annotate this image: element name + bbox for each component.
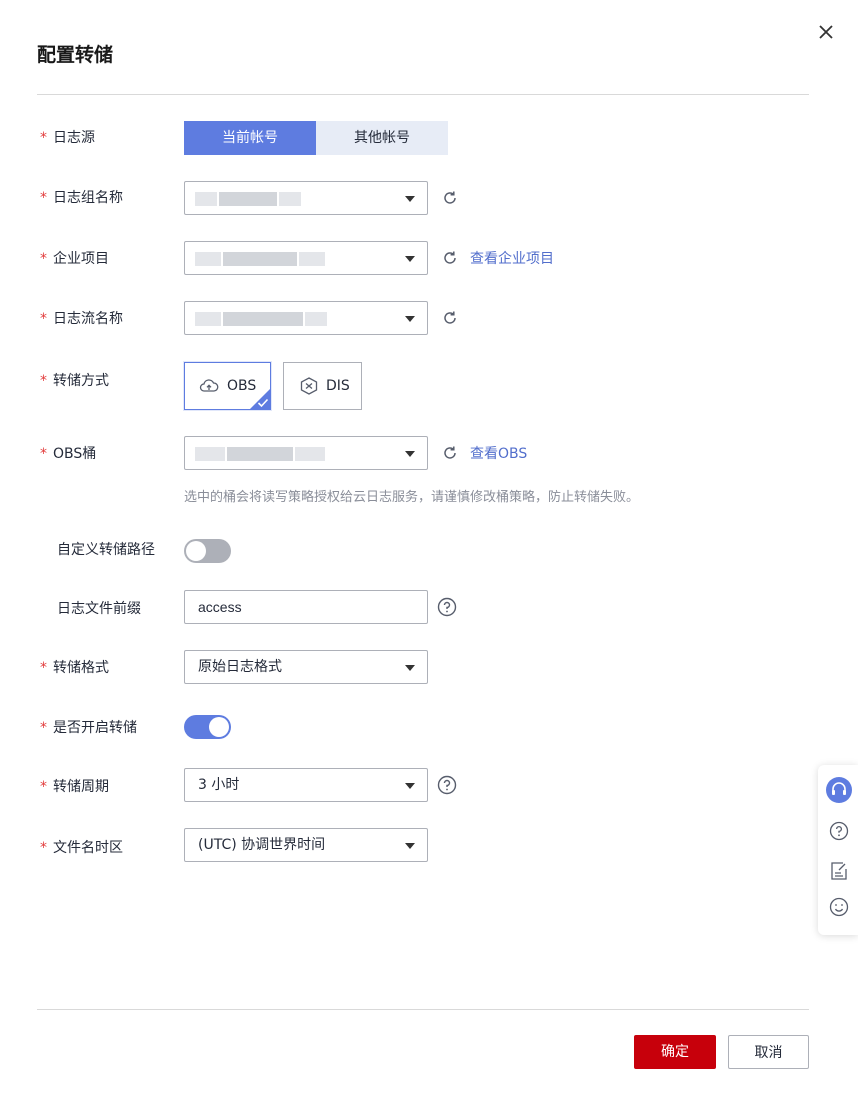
cancel-button[interactable]: 取消 [728,1035,809,1069]
log-group-label: * 日志组名称 [40,190,123,206]
chevron-down-icon [405,843,415,849]
transfer-period-value: 3 小时 [198,777,240,793]
filename-timezone-label: * 文件名时区 [40,840,123,856]
headset-icon[interactable] [826,777,852,803]
chevron-down-icon [405,665,415,671]
required-star: * [40,660,47,676]
redacted-value [295,447,325,461]
required-star: * [40,251,47,267]
confirm-button[interactable]: 确定 [634,1035,716,1069]
required-star: * [40,446,47,462]
redacted-value [305,312,327,326]
edit-note-icon[interactable] [828,860,850,882]
required-star: * [40,130,47,146]
header-divider [37,94,809,95]
dialog-title: 配置转储 [37,44,114,66]
required-star: * [40,840,47,856]
log-source-label: * 日志源 [40,130,95,146]
redacted-value [195,252,221,266]
enable-transfer-toggle[interactable] [184,715,231,739]
transfer-format-label: * 转储格式 [40,660,109,676]
file-prefix-label: 日志文件前缀 [57,601,141,617]
toggle-knob [186,541,206,561]
question-icon[interactable] [437,597,457,617]
required-star: * [40,720,47,736]
obs-option-card[interactable]: OBS [184,362,271,410]
footer-divider [37,1009,809,1010]
log-source-segmented: 当前帐号 其他帐号 [184,121,448,155]
question-icon[interactable] [828,820,850,842]
transfer-format-select[interactable]: 原始日志格式 [184,650,428,684]
dis-option-label: DIS [326,378,350,394]
refresh-icon[interactable] [441,189,459,207]
enterprise-project-select[interactable] [184,241,428,275]
redacted-value [195,447,225,461]
view-enterprise-project-link[interactable]: 查看企业项目 [470,248,554,268]
custom-path-toggle[interactable] [184,539,231,563]
redacted-value [227,447,293,461]
enable-transfer-label: * 是否开启转储 [40,720,137,736]
chevron-down-icon [405,196,415,202]
required-star: * [40,373,47,389]
custom-path-label: 自定义转储路径 [57,542,155,558]
redacted-value [195,312,221,326]
current-account-option[interactable]: 当前帐号 [184,121,316,155]
enterprise-project-label: * 企业项目 [40,251,109,267]
dis-option-card[interactable]: DIS [283,362,362,410]
obs-bucket-hint: 选中的桶会将读写策略授权给云日志服务，请谨慎修改桶策略，防止转储失败。 [184,490,640,505]
other-account-option[interactable]: 其他帐号 [316,121,448,155]
transfer-format-value: 原始日志格式 [198,659,282,675]
close-icon[interactable] [814,20,838,44]
chevron-down-icon [405,316,415,322]
obs-bucket-label: * OBS桶 [40,446,97,462]
filename-timezone-value: (UTC) 协调世界时间 [198,837,326,853]
log-stream-label: * 日志流名称 [40,311,123,327]
file-prefix-input[interactable] [184,590,428,624]
obs-bucket-select[interactable] [184,436,428,470]
redacted-value [279,192,301,206]
required-star: * [40,311,47,327]
chevron-down-icon [405,783,415,789]
refresh-icon[interactable] [441,309,459,327]
redacted-value [219,192,277,206]
configure-transfer-dialog: 配置转储 * 日志源 当前帐号 其他帐号 * 日志组名称 * 企业项目 查看企业项目 [0,0,858,1094]
chevron-down-icon [405,451,415,457]
required-star: * [40,779,47,795]
transfer-mode-label: * 转储方式 [40,373,109,389]
view-obs-link[interactable]: 查看OBS [470,443,527,463]
refresh-icon[interactable] [441,249,459,267]
transfer-period-label: * 转储周期 [40,779,109,795]
cloud-upload-icon [199,379,219,392]
log-group-select[interactable] [184,181,428,215]
check-icon [257,398,269,408]
redacted-value [195,192,217,206]
floating-help-panel [818,765,858,935]
redacted-value [223,252,297,266]
transfer-period-select[interactable]: 3 小时 [184,768,428,802]
question-icon[interactable] [437,775,457,795]
refresh-icon[interactable] [441,444,459,462]
redacted-value [299,252,325,266]
hexagon-icon [300,377,318,395]
required-star: * [40,190,47,206]
log-stream-select[interactable] [184,301,428,335]
filename-timezone-select[interactable]: (UTC) 协调世界时间 [184,828,428,862]
smile-icon[interactable] [828,896,850,918]
redacted-value [223,312,303,326]
toggle-knob [209,717,229,737]
chevron-down-icon [405,256,415,262]
